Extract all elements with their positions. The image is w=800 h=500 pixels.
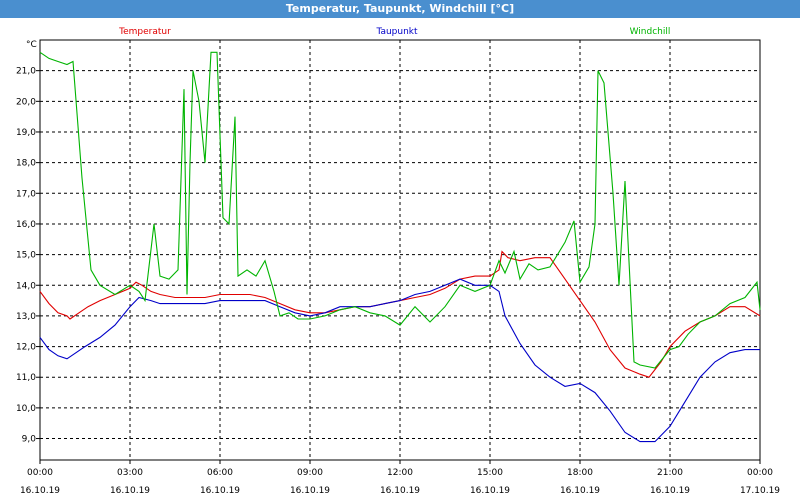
x-tick-date: 16.10.19 (380, 486, 420, 496)
legend-entry-temperatur: Temperatur (118, 27, 171, 37)
y-tick-label: 9,0 (22, 435, 37, 445)
x-tick-date: 16.10.19 (200, 486, 240, 496)
y-tick-label: 10,0 (16, 404, 36, 414)
x-tick-time: 15:00 (477, 468, 503, 478)
y-tick-label: 15,0 (16, 251, 36, 261)
x-tick-time: 00:00 (27, 468, 53, 478)
y-tick-label: 16,0 (16, 220, 36, 230)
x-tick-date: 16.10.19 (290, 486, 330, 496)
x-tick-time: 06:00 (207, 468, 233, 478)
y-tick-label: 14,0 (16, 281, 36, 291)
x-axis-ticks: 00:00 16.10.19 03:00 16.10.19 06:00 16.10.19 0… (20, 460, 780, 496)
x-tick-date: 16.10.19 (470, 486, 510, 496)
x-tick-date: 16.10.19 (560, 486, 600, 496)
y-axis-ticks: 9,0 10,0 11,0 12,0 13,0 14,0 15,0 16,0 17,0 18,0 1… (16, 67, 40, 445)
x-tick-date: 16.10.19 (20, 486, 60, 496)
x-tick-time: 09:00 (297, 468, 323, 478)
y-tick-label: 17,0 (16, 189, 36, 199)
y-tick-label: 19,0 (16, 128, 36, 138)
y-axis-unit-label: °C (26, 40, 37, 50)
y-tick-label: 11,0 (16, 373, 36, 383)
y-tick-label: 12,0 (16, 343, 36, 353)
y-tick-label: 20,0 (16, 97, 36, 107)
x-tick-time: 12:00 (387, 468, 413, 478)
x-tick-time: 21:00 (657, 468, 683, 478)
y-tick-label: 21,0 (16, 67, 36, 77)
y-tick-label: 18,0 (16, 159, 36, 169)
x-tick-date: 16.10.19 (110, 486, 150, 496)
x-tick-date: 16.10.19 (650, 486, 690, 496)
legend-entry-windchill: Windchill (630, 27, 671, 37)
x-tick-time: 00:00 (747, 468, 773, 478)
y-tick-label: 13,0 (16, 312, 36, 322)
legend-entry-taupunkt: Taupunkt (375, 27, 418, 37)
x-tick-time: 03:00 (117, 468, 143, 478)
x-tick-time: 18:00 (567, 468, 593, 478)
x-tick-date: 17.10.19 (740, 486, 780, 496)
legend: Temperatur Taupunkt Windchill (118, 27, 670, 37)
grid (40, 40, 760, 460)
line-chart: 9,0 10,0 11,0 12,0 13,0 14,0 15,0 16,0 17,0 18,0 1… (16, 27, 780, 496)
